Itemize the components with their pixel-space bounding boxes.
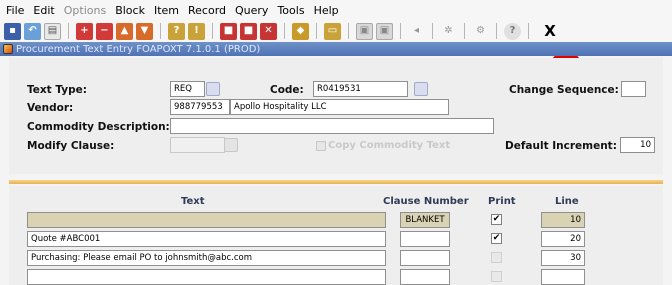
options-icon[interactable]: ▣ xyxy=(356,22,373,40)
menu-block[interactable]: Block xyxy=(115,4,145,17)
menu-tools[interactable]: Tools xyxy=(277,4,304,17)
commodity-description-label: Commodity Description: xyxy=(27,121,170,133)
line-cell[interactable]: 10 xyxy=(541,212,585,228)
menu-bar: File Edit Options Block Item Record Quer… xyxy=(0,0,672,20)
count-query-icon[interactable]: ◆ xyxy=(292,22,309,40)
copy-commodity-text-checkbox[interactable] xyxy=(316,141,326,151)
menu-query[interactable]: Query xyxy=(235,4,268,17)
text-cell[interactable] xyxy=(27,269,386,285)
toolbar-separator xyxy=(496,23,497,39)
change-sequence-label: Change Sequence: xyxy=(509,84,619,96)
text-column-header: Text xyxy=(181,196,205,207)
clear-record-icon[interactable]: ■ xyxy=(240,22,257,40)
text-cell[interactable]: Quote #ABC001 xyxy=(27,231,386,247)
text-type-lov-button[interactable] xyxy=(206,82,220,96)
clause-number-cell[interactable]: BLANKET xyxy=(400,212,450,228)
exit-button[interactable]: X xyxy=(542,23,558,40)
block-divider xyxy=(9,180,663,184)
clause-number-column-header: Clause Number xyxy=(383,196,469,207)
code-label: Code: xyxy=(270,84,304,96)
insert-record-icon[interactable]: + xyxy=(76,22,93,40)
online-help-icon[interactable]: ? xyxy=(504,22,521,40)
toolbar-separator xyxy=(212,23,213,39)
rollback-icon[interactable]: ↶ xyxy=(24,22,41,40)
execute-query-icon[interactable]: ! xyxy=(188,22,205,40)
line-cell[interactable]: 20 xyxy=(541,231,585,247)
menu-item[interactable]: Item xyxy=(154,4,179,17)
modify-clause-lov-button[interactable] xyxy=(224,138,238,152)
key-block xyxy=(9,58,663,174)
text-cell[interactable] xyxy=(27,212,386,228)
modify-clause-label: Modify Clause: xyxy=(27,140,115,152)
select-icon[interactable]: ▤ xyxy=(44,22,61,40)
commodity-description-field[interactable] xyxy=(170,118,494,134)
toolbar-separator xyxy=(528,23,529,39)
toolbar-separator xyxy=(160,23,161,39)
toolbar: ▪ ↶ ▤ + − ▲ ▼ ? ! ■ ■ ✕ ◆ ▭ ▣ ▣ ◂ ✲ ⚙ ? … xyxy=(0,20,672,42)
line-column-header: Line xyxy=(555,196,579,207)
window-title: Procurement Text Entry FOAPOXT 7.1.0.1 (… xyxy=(16,43,261,55)
default-increment-field[interactable]: 10 xyxy=(620,137,655,153)
menu-file[interactable]: File xyxy=(6,4,24,17)
toolbar-separator xyxy=(316,23,317,39)
code-field[interactable]: R0419531 xyxy=(313,81,408,97)
clause-number-cell[interactable] xyxy=(400,269,450,285)
text-type-label: Text Type: xyxy=(27,84,87,96)
bookmark-icon[interactable]: ◂ xyxy=(408,23,425,40)
help-icon[interactable]: ⚙ xyxy=(472,23,489,40)
change-sequence-field[interactable] xyxy=(621,81,646,97)
previous-block-icon[interactable]: ▲ xyxy=(116,22,133,40)
menu-edit[interactable]: Edit xyxy=(33,4,54,17)
print-checkbox[interactable] xyxy=(491,252,502,263)
menu-help[interactable]: Help xyxy=(314,4,339,17)
menu-options[interactable]: Options xyxy=(64,4,106,17)
print-icon[interactable]: ▭ xyxy=(324,22,341,40)
print-checkbox-checked[interactable]: ✔ xyxy=(491,233,502,244)
clause-number-cell[interactable] xyxy=(400,231,450,247)
copy-commodity-text-label: Copy Commodity Text xyxy=(328,140,451,151)
line-cell[interactable] xyxy=(541,269,585,285)
vendor-id-field[interactable]: 988779553 xyxy=(170,99,230,115)
clear-form-icon[interactable]: ✕ xyxy=(260,22,277,40)
line-cell[interactable]: 30 xyxy=(541,250,585,266)
gear-icon[interactable]: ✲ xyxy=(440,23,457,40)
clause-number-cell[interactable] xyxy=(400,250,450,266)
menu-record[interactable]: Record xyxy=(188,4,226,17)
remove-record-icon[interactable]: − xyxy=(96,22,113,40)
code-lov-button[interactable] xyxy=(414,82,428,96)
toolbar-separator xyxy=(464,23,465,39)
toolbar-separator xyxy=(400,23,401,39)
modify-clause-field[interactable] xyxy=(170,137,225,153)
item-properties-icon[interactable]: ▣ xyxy=(376,22,393,40)
print-checkbox-checked[interactable]: ✔ xyxy=(491,214,502,225)
vendor-label: Vendor: xyxy=(27,102,74,114)
vendor-name-field[interactable]: Apollo Hospitality LLC xyxy=(230,99,449,115)
toolbar-separator xyxy=(284,23,285,39)
window-title-bar: Procurement Text Entry FOAPOXT 7.1.0.1 (… xyxy=(0,42,672,56)
print-checkbox[interactable] xyxy=(491,271,502,282)
toolbar-separator xyxy=(68,23,69,39)
save-icon[interactable]: ▪ xyxy=(4,22,21,40)
next-block-icon[interactable]: ▼ xyxy=(136,22,153,40)
form-icon xyxy=(3,44,13,54)
toolbar-separator xyxy=(432,23,433,39)
print-column-header: Print xyxy=(488,196,516,207)
text-type-field[interactable]: REQ xyxy=(170,81,205,97)
cancel-query-icon[interactable]: ■ xyxy=(220,22,237,40)
default-increment-label: Default Increment: xyxy=(505,140,617,152)
text-cell[interactable]: Purchasing: Please email PO to johnsmith… xyxy=(27,250,386,266)
toolbar-separator xyxy=(348,23,349,39)
enter-query-icon[interactable]: ? xyxy=(168,22,185,40)
